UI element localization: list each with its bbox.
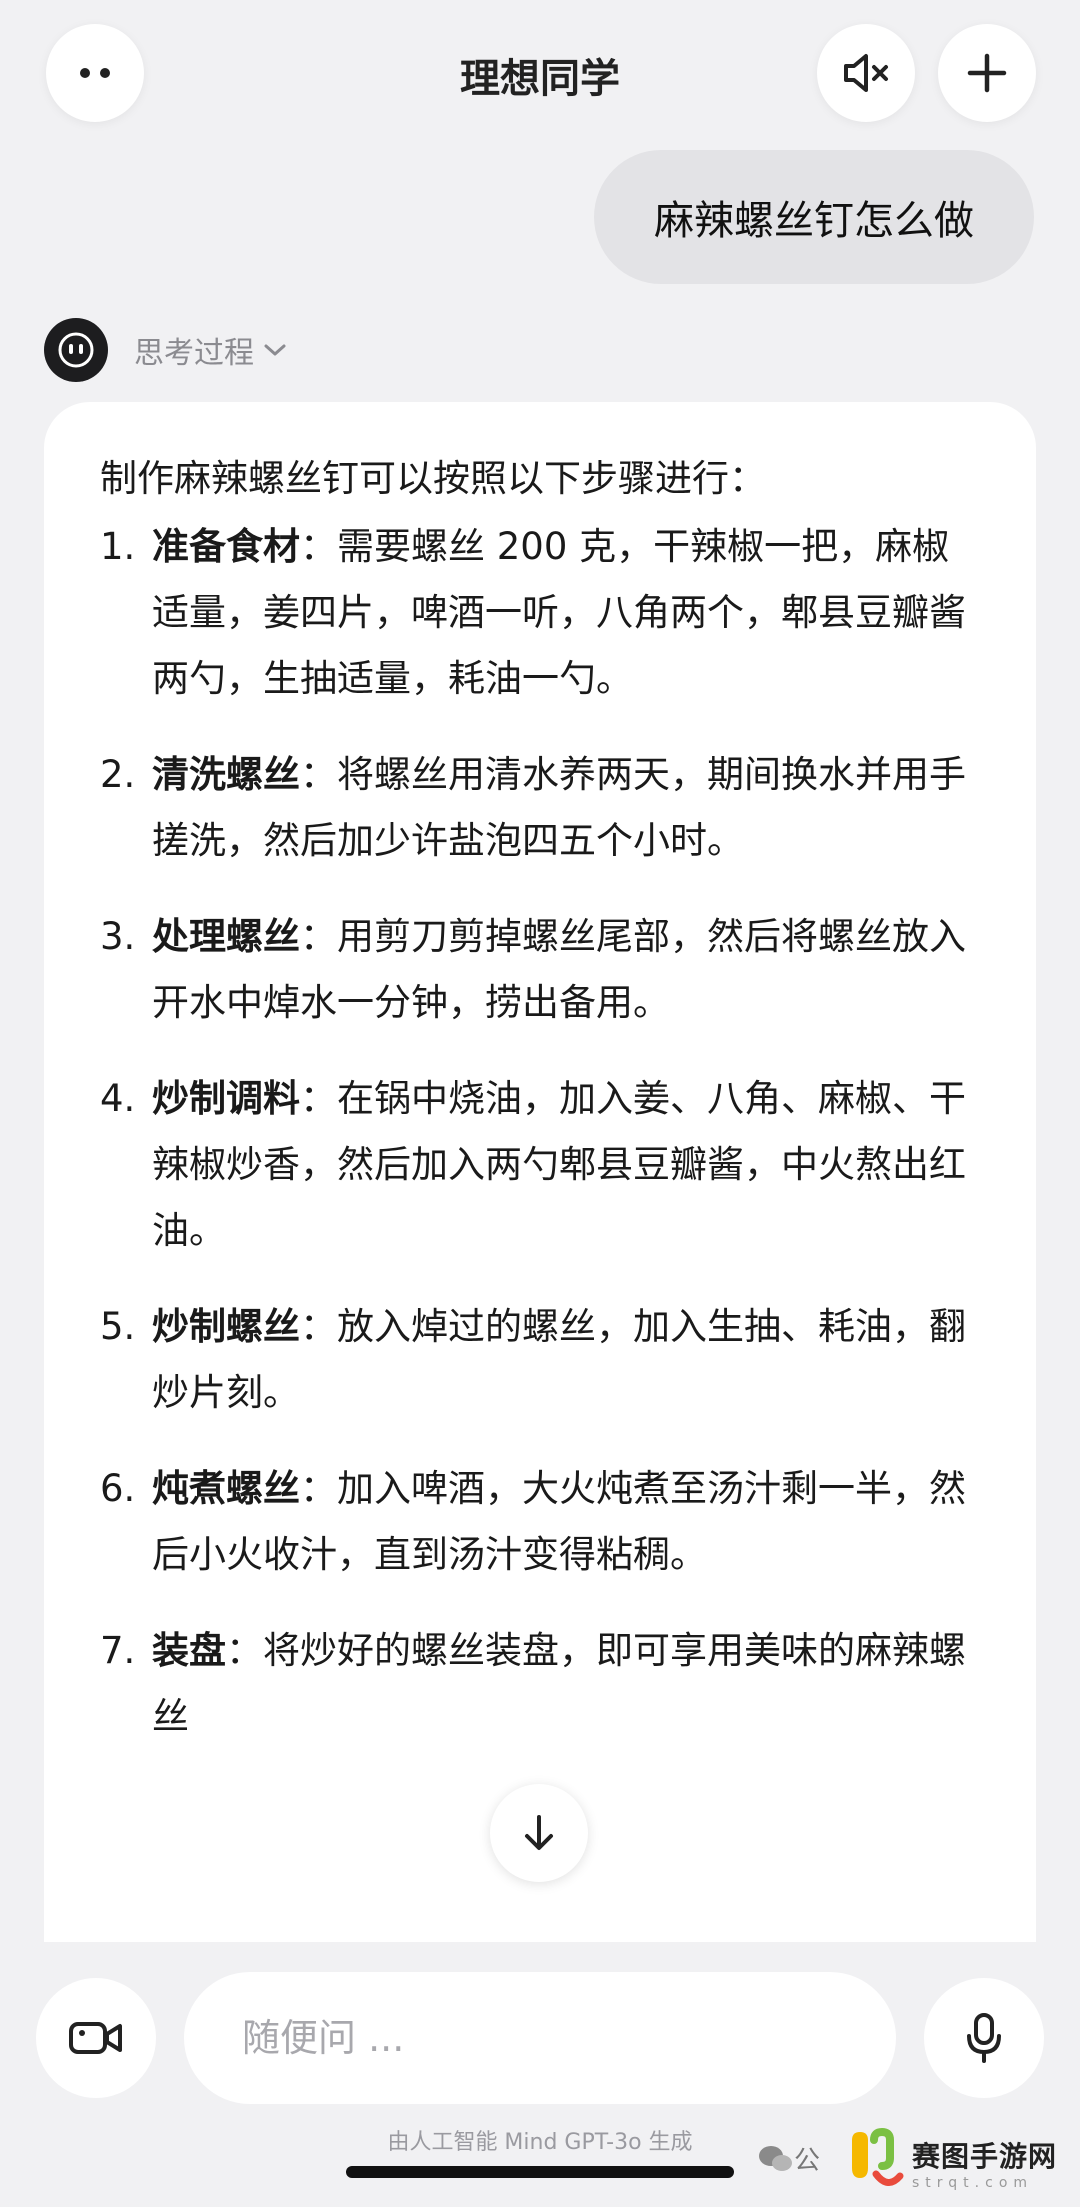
watermark-left-text: 公: [794, 2146, 821, 2176]
step-item: 7. 装盘：将炒好的螺丝装盘，即可享用美味的麻辣螺丝: [100, 1618, 978, 1750]
step-title: 处理螺丝: [152, 915, 300, 958]
user-message-bubble: 麻辣螺丝钉怎么做: [594, 150, 1034, 284]
chevron-down-icon: [264, 344, 286, 356]
assistant-face-icon: [58, 332, 94, 368]
page-title: 理想同学: [460, 56, 620, 102]
arrow-down-icon: [525, 1815, 553, 1850]
thinking-label: 思考过程: [134, 336, 254, 371]
step-body: 准备食材：需要螺丝 200 克，干辣椒一把，麻椒适量，姜四片，啤酒一听，八角两个…: [152, 514, 978, 712]
step-body: 处理螺丝：用剪刀剪掉螺丝尾部，然后将螺丝放入开水中焯水一分钟，捞出备用。: [152, 904, 978, 1036]
step-item: 5. 炒制螺丝：放入焯过的螺丝，加入生抽、耗油，翻炒片刻。: [100, 1294, 978, 1426]
step-number: 2.: [100, 753, 136, 796]
step-number: 4.: [100, 1077, 136, 1120]
step-item: 1. 准备食材：需要螺丝 200 克，干辣椒一把，麻椒适量，姜四片，啤酒一听，八角…: [100, 514, 978, 712]
step-title: 炒制调料: [152, 1077, 300, 1120]
watermark-site-name: 赛图手游网: [912, 2140, 1058, 2173]
step-body: 炖煮螺丝：加入啤酒，大火炖煮至汤汁剩一半，然后小火收汁，直到汤汁变得粘稠。: [152, 1456, 978, 1588]
scroll-to-bottom-button[interactable]: [490, 1784, 588, 1882]
step-title: 炒制螺丝: [152, 1305, 300, 1348]
thinking-toggle[interactable]: 思考过程: [134, 328, 288, 372]
step-text: ：将炒好的螺丝装盘，即可享用美味的麻辣螺丝: [152, 1629, 966, 1738]
step-title: 清洗螺丝: [152, 753, 300, 796]
assistant-avatar: [44, 318, 108, 382]
assistant-header: 思考过程: [44, 318, 288, 382]
step-number: 5.: [100, 1305, 136, 1348]
microphone-icon: [967, 2013, 1001, 2063]
step-body: 炒制调料：在锅中烧油，加入姜、八角、麻椒、干辣椒炒香，然后加入两勺郫县豆瓣酱，中…: [152, 1066, 978, 1264]
wechat-icon: [759, 2145, 792, 2171]
speaker-muted-icon: [844, 54, 888, 92]
video-camera-icon: [69, 2022, 122, 2054]
step-number: 1.: [100, 525, 136, 568]
step-item: 6. 炖煮螺丝：加入啤酒，大火炖煮至汤汁剩一半，然后小火收汁，直到汤汁变得粘稠。: [100, 1456, 978, 1588]
message-input[interactable]: [240, 2015, 896, 2061]
answer-intro: 制作麻辣螺丝钉可以按照以下步骤进行：: [100, 457, 766, 500]
step-body: 装盘：将炒好的螺丝装盘，即可享用美味的麻辣螺丝: [152, 1618, 978, 1750]
step-number: 7.: [100, 1629, 136, 1672]
message-input-container[interactable]: [184, 1972, 896, 2104]
step-number: 3.: [100, 915, 136, 958]
step-title: 准备食材: [152, 525, 300, 568]
step-number: 6.: [100, 1467, 136, 1510]
step-item: 2. 清洗螺丝：将螺丝用清水养两天，期间换水并用手搓洗，然后加少许盐泡四五个小时。: [100, 742, 978, 874]
voice-input-button[interactable]: [924, 1978, 1044, 2098]
steps-list: 1. 准备食材：需要螺丝 200 克，干辣椒一把，麻椒适量，姜四片，啤酒一听，八角…: [100, 514, 978, 1750]
video-call-button[interactable]: [36, 1978, 156, 2098]
wechat-watermark: 公: [758, 2140, 820, 2177]
home-indicator: [346, 2166, 734, 2178]
assistant-answer-card: 制作麻辣螺丝钉可以按照以下步骤进行： 1. 准备食材：需要螺丝 200 克，干辣椒…: [44, 402, 1036, 1942]
step-title: 炖煮螺丝: [152, 1467, 300, 1510]
step-item: 4. 炒制调料：在锅中烧油，加入姜、八角、麻椒、干辣椒炒香，然后加入两勺郫县豆瓣酱…: [100, 1066, 978, 1264]
watermark-site-url: strqt.com: [912, 2175, 1034, 2191]
site-watermark: 赛图手游网 strqt.com: [846, 2124, 1072, 2202]
site-logo-icon: [852, 2128, 904, 2186]
step-item: 3. 处理螺丝：用剪刀剪掉螺丝尾部，然后将螺丝放入开水中焯水一分钟，捞出备用。: [100, 904, 978, 1036]
step-body: 清洗螺丝：将螺丝用清水养两天，期间换水并用手搓洗，然后加少许盐泡四五个小时。: [152, 742, 978, 874]
step-body: 炒制螺丝：放入焯过的螺丝，加入生抽、耗油，翻炒片刻。: [152, 1294, 978, 1426]
step-title: 装盘: [152, 1629, 226, 1672]
new-chat-button[interactable]: [938, 24, 1036, 122]
plus-icon: [967, 53, 1007, 93]
mute-button[interactable]: [817, 24, 915, 122]
